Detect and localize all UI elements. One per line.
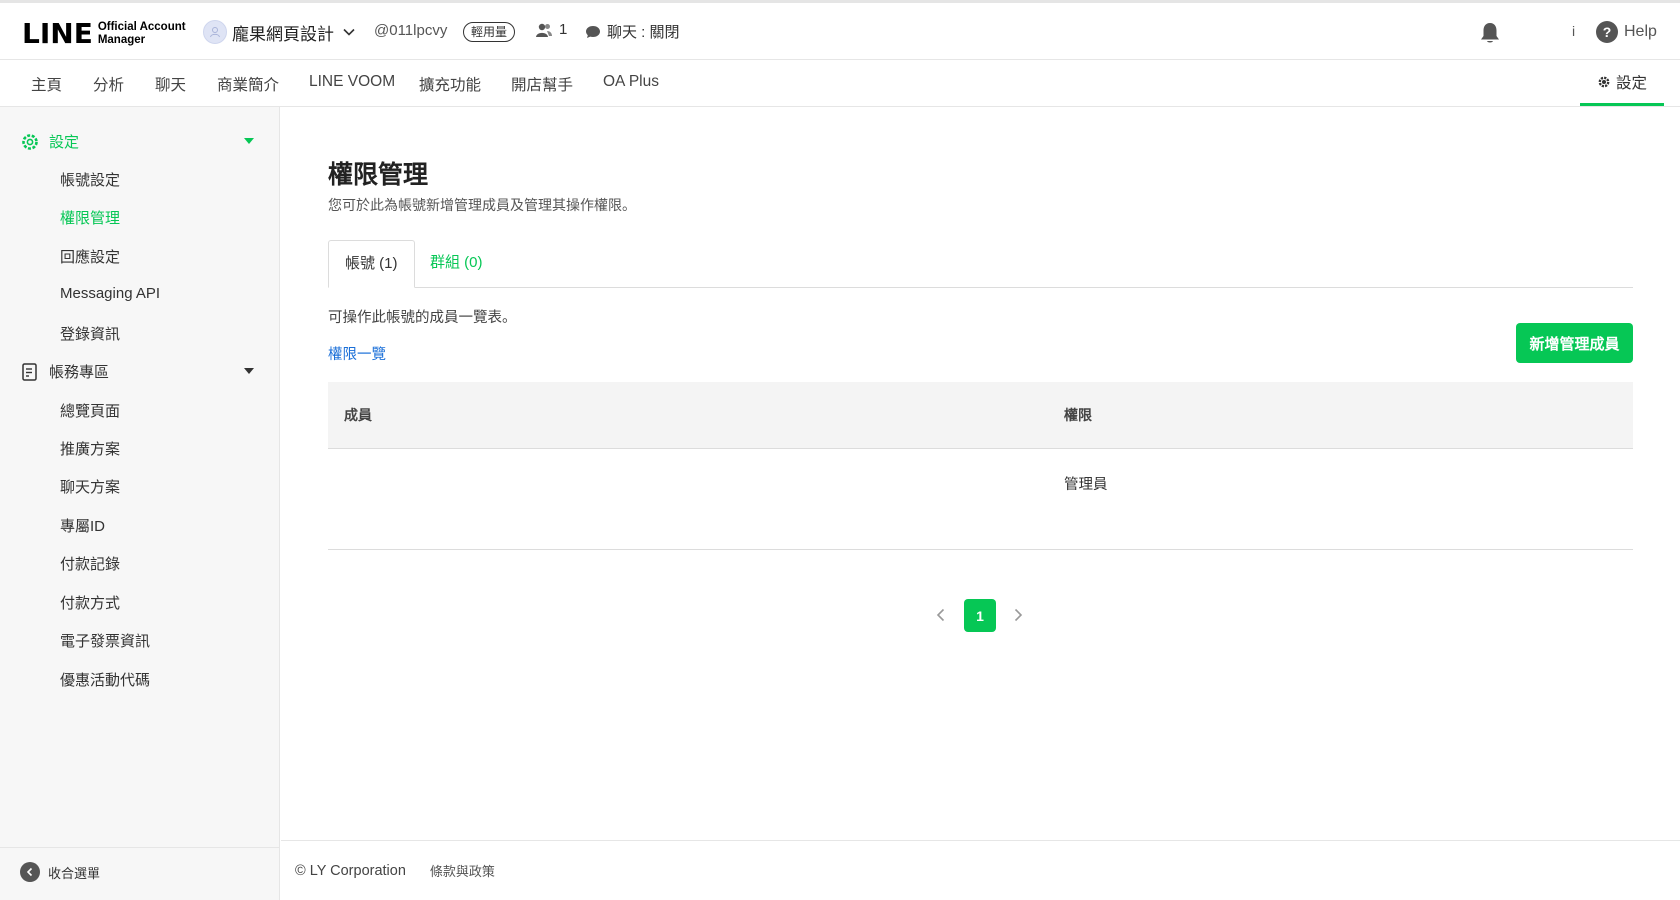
friend-count-value: 1: [559, 21, 568, 38]
tab-groups[interactable]: 群組 (0): [414, 240, 499, 288]
gear-icon: [1598, 76, 1610, 87]
chat-bubble-icon: [586, 25, 600, 38]
help-icon: ?: [1596, 21, 1618, 43]
sidebar-item-chat-plan[interactable]: 聊天方案: [60, 476, 120, 497]
copyright: © LY Corporation: [295, 862, 406, 879]
column-header-member: 成員: [344, 407, 372, 423]
notification-bell-icon[interactable]: [1479, 21, 1501, 49]
main-content: 權限管理 您可於此為帳號新增管理成員及管理其操作權限。 帳號 (1) 群組 (0…: [281, 107, 1680, 840]
sidebar-item-overview[interactable]: 總覽頁面: [60, 400, 120, 421]
nav-chat[interactable]: 聊天: [155, 73, 186, 95]
nav-settings-label: 設定: [1615, 74, 1647, 92]
sidebar-item-e-invoice[interactable]: 電子發票資訊: [60, 630, 150, 651]
logo-sub-text: Official Account Manager: [97, 20, 186, 46]
main-nav: 主頁 分析 聊天 商業簡介 LINE VOOM 擴充功能 開店幫手 OA Plu…: [0, 60, 1680, 107]
column-header-permission: 權限: [1064, 407, 1092, 423]
chevron-right-icon[interactable]: [1011, 607, 1025, 623]
logo-main-text: LINE: [22, 17, 93, 50]
pagination: 1: [281, 599, 1680, 633]
chat-status-text: 聊天 : 關閉: [607, 24, 680, 41]
sidebar-item-messaging-api[interactable]: Messaging API: [60, 285, 160, 302]
billing-document-icon: [22, 362, 37, 381]
sidebar-item-payment-method[interactable]: 付款方式: [60, 592, 120, 613]
footer: © LY Corporation 條款與政策: [281, 840, 1680, 900]
permission-list-link[interactable]: 權限一覽: [328, 343, 386, 364]
sidebar: 設定 帳號設定 權限管理 回應設定 Messaging API 登錄資訊 帳務專…: [0, 107, 280, 900]
sidebar-item-promotion-plan[interactable]: 推廣方案: [60, 438, 120, 459]
sidebar-section-billing[interactable]: 帳務專區: [20, 361, 260, 382]
nav-home[interactable]: 主頁: [31, 73, 62, 95]
table-header: 成員 權限: [328, 382, 1633, 449]
sidebar-item-premium-id[interactable]: 專屬ID: [60, 515, 105, 536]
add-admin-button[interactable]: 新增管理成員: [1516, 323, 1633, 363]
sidebar-item-promo-code[interactable]: 優惠活動代碼: [60, 669, 150, 690]
caret-down-icon: [244, 138, 254, 144]
friend-count: 1: [535, 21, 567, 38]
nav-shop-helper[interactable]: 開店幫手: [511, 73, 573, 95]
help-button[interactable]: ? Help: [1596, 21, 1657, 43]
line-oa-logo[interactable]: LINE Official Account Manager: [22, 17, 186, 50]
caret-down-icon: [244, 368, 254, 374]
collapse-menu-button[interactable]: 收合選單: [20, 862, 100, 882]
friends-icon: [536, 23, 552, 37]
cell-permission: 管理員: [1064, 477, 1108, 493]
sidebar-section-billing-label: 帳務專區: [49, 364, 110, 381]
account-avatar: [203, 20, 227, 44]
sidebar-item-payment-history[interactable]: 付款記錄: [60, 553, 120, 574]
nav-settings[interactable]: 設定: [1580, 60, 1664, 106]
tab-bar: 帳號 (1) 群組 (0): [328, 240, 1633, 288]
page-title: 權限管理: [328, 161, 429, 189]
chevron-left-icon: [20, 862, 40, 882]
account-name: 龐果網頁設計: [232, 24, 334, 44]
member-table: 成員 權限 管理員: [328, 382, 1633, 550]
table-row: 管理員: [328, 449, 1633, 550]
terms-policy-link[interactable]: 條款與政策: [430, 861, 495, 880]
nav-business-profile[interactable]: 商業簡介: [217, 73, 279, 95]
member-list-description: 可操作此帳號的成員一覽表。: [328, 310, 517, 326]
collapse-menu-label: 收合選單: [48, 865, 101, 881]
sidebar-item-permissions[interactable]: 權限管理: [60, 207, 120, 228]
gear-outline-icon: [22, 133, 38, 150]
sidebar-section-settings-label: 設定: [49, 134, 80, 151]
nav-line-voom[interactable]: LINE VOOM: [309, 73, 395, 91]
chevron-left-icon[interactable]: [934, 607, 948, 623]
nav-extensions[interactable]: 擴充功能: [419, 73, 481, 95]
usage-badge: 輕用量: [463, 22, 516, 42]
nav-oa-plus[interactable]: OA Plus: [603, 73, 659, 91]
top-bar: LINE Official Account Manager 龐果網頁設計 @01…: [0, 0, 1680, 60]
chat-status: 聊天 : 關閉: [585, 21, 680, 42]
info-icon[interactable]: i: [1572, 23, 1575, 39]
page-number-current[interactable]: 1: [964, 599, 996, 632]
sidebar-item-registration-info[interactable]: 登錄資訊: [60, 323, 120, 344]
sidebar-section-settings[interactable]: 設定: [20, 131, 260, 152]
help-label: Help: [1624, 23, 1657, 40]
account-id: @011lpcvy: [374, 22, 448, 39]
page-description: 您可於此為帳號新增管理成員及管理其操作權限。: [328, 197, 636, 213]
sidebar-item-response-settings[interactable]: 回應設定: [60, 246, 120, 267]
sidebar-item-account-settings[interactable]: 帳號設定: [60, 169, 120, 190]
nav-analytics[interactable]: 分析: [93, 73, 124, 95]
chevron-down-icon: [343, 28, 355, 36]
account-switcher[interactable]: 龐果網頁設計: [203, 19, 356, 45]
tab-accounts[interactable]: 帳號 (1): [328, 240, 415, 288]
sidebar-divider: [0, 847, 279, 848]
